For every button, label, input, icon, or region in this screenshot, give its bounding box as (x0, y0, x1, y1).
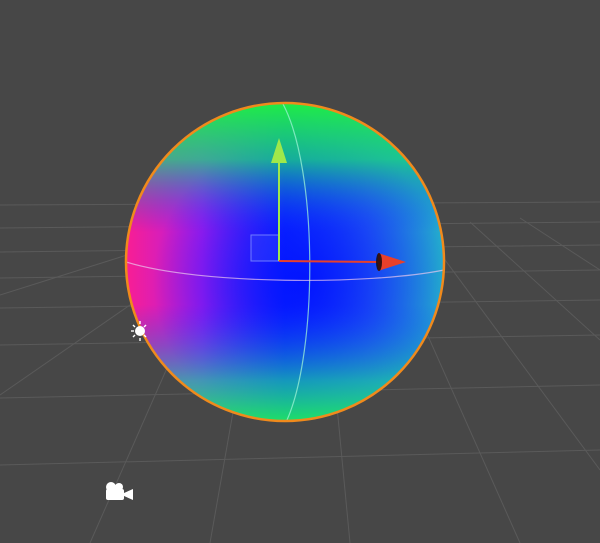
scene-viewport[interactable] (0, 0, 600, 543)
camera-icon[interactable] (106, 482, 133, 500)
gizmo-plane-handle[interactable] (250, 234, 280, 262)
sphere-object[interactable] (120, 100, 450, 430)
scene-canvas[interactable] (0, 0, 600, 543)
